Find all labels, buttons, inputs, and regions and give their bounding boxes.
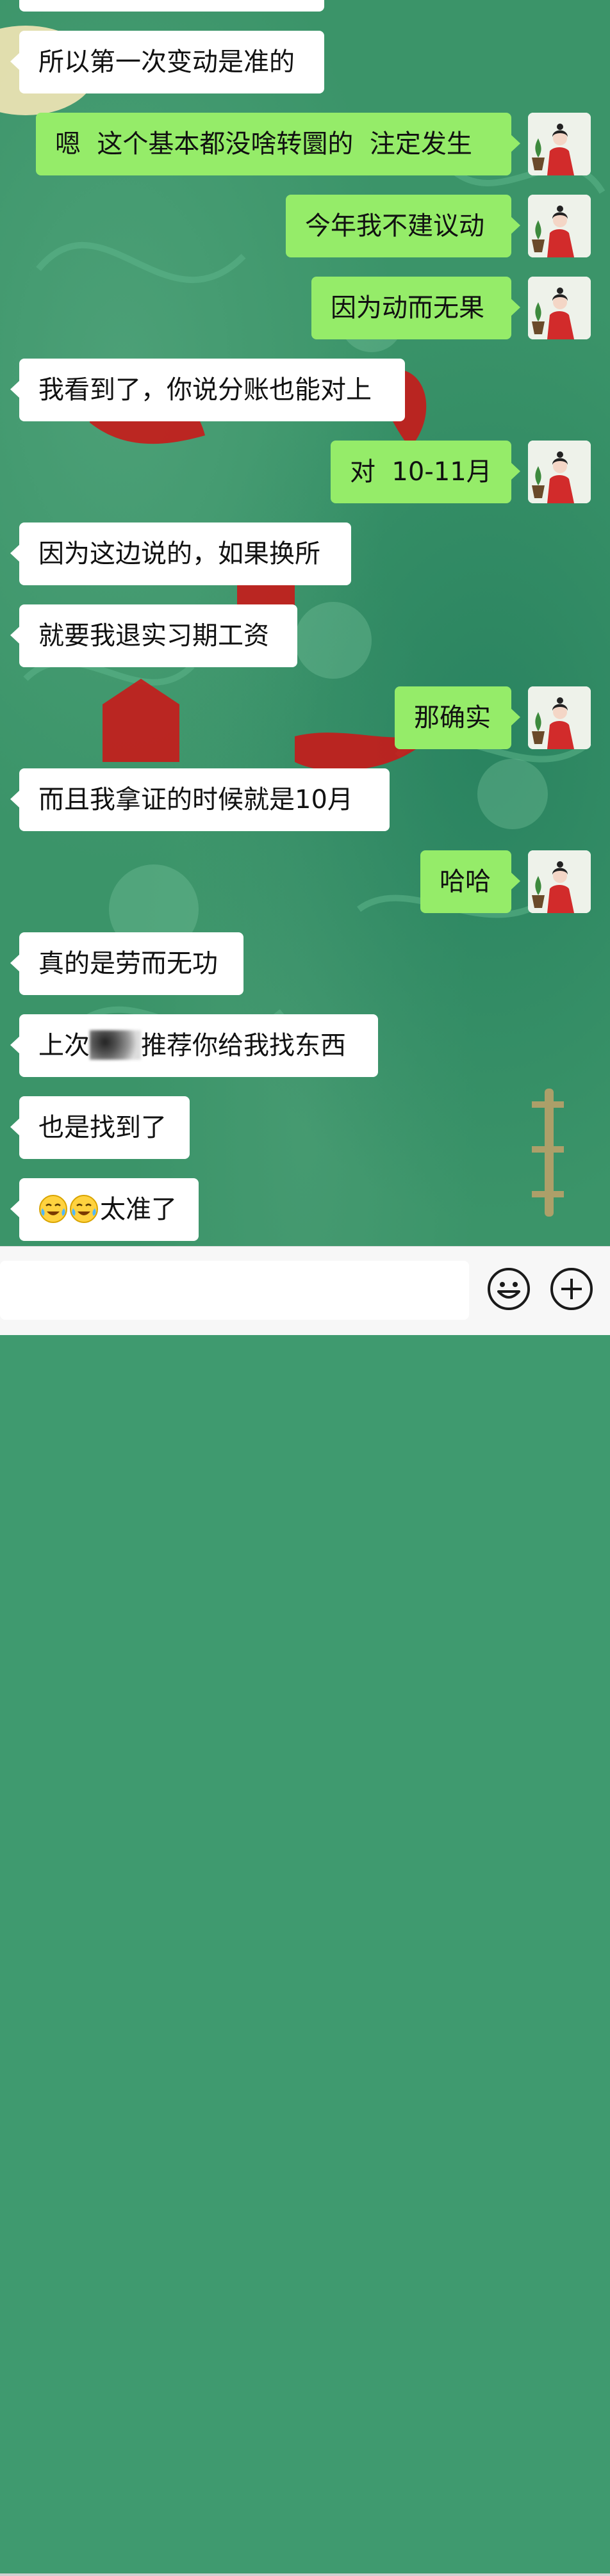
- crying-laughing-emoji-icon: [39, 1195, 67, 1223]
- message-bubble-outgoing[interactable]: 那确实: [395, 686, 520, 749]
- message-bubble-outgoing[interactable]: 嗯 这个基本都没啥转圜的 注定发生: [36, 113, 520, 175]
- avatar-portrait-icon: [528, 113, 591, 175]
- message-bubble-incoming[interactable]: 也是找到了: [10, 1096, 190, 1159]
- message-row: 上次 推荐你给我找东西: [0, 1014, 610, 1077]
- message-text: 因为动而无果: [331, 293, 484, 323]
- message-text: 所以第一次变动是准的: [38, 47, 295, 77]
- message-text: 对 10-11月: [350, 457, 492, 487]
- contact-avatar[interactable]: [528, 277, 591, 339]
- avatar-portrait-icon: [528, 850, 591, 913]
- message-bubble-incoming[interactable]: 而且我拿证的时候就是10月: [10, 768, 390, 831]
- message-bubble-incoming[interactable]: 太准了: [10, 1178, 199, 1241]
- message-input[interactable]: [0, 1261, 469, 1320]
- message-bubble-incoming[interactable]: 所以第一次变动是准的: [10, 31, 324, 93]
- message-row: 也是找到了: [0, 1096, 610, 1159]
- message-text: 哈哈: [440, 867, 491, 896]
- message-row: 所以第一次变动是准的: [0, 31, 610, 93]
- message-row: 今年我不建议动: [0, 195, 610, 257]
- message-bubble-incoming[interactable]: 我看到了，你说分账也能对上: [10, 359, 405, 421]
- message-bubble-incoming[interactable]: 就要我退实习期工资: [10, 604, 297, 667]
- input-bar: [0, 1246, 610, 2576]
- message-row: 嗯 这个基本都没啥转圜的 注定发生: [0, 113, 610, 175]
- message-bubble-outgoing[interactable]: 对 10-11月: [331, 441, 520, 503]
- message-row: 真的是劳而无功: [0, 932, 610, 995]
- message-text-before: 上次: [38, 1031, 90, 1060]
- message-row: 我看到了，你说分账也能对上: [0, 359, 610, 421]
- message-text: 因为这边说的，如果换所: [38, 539, 320, 569]
- message-text-after: 推荐你给我找东西: [141, 1031, 346, 1060]
- message-bubble-outgoing[interactable]: 哈哈: [420, 850, 520, 913]
- message-bubble-outgoing[interactable]: 因为动而无果: [311, 277, 520, 339]
- message-row: 而且我拿证的时候就是10月: [0, 768, 610, 831]
- contact-avatar[interactable]: [528, 850, 591, 913]
- message-text: 真的是劳而无功: [38, 949, 218, 978]
- contact-avatar[interactable]: [528, 441, 591, 503]
- message-text: 太准了: [100, 1195, 177, 1224]
- contact-avatar[interactable]: [528, 686, 591, 749]
- message-text: 今年我不建议动: [305, 211, 484, 241]
- message-row: 对 10-11月: [0, 441, 610, 503]
- message-text: 而且我拿证的时候就是10月: [38, 785, 353, 814]
- message-text: 那确实: [414, 703, 491, 733]
- plus-circle-icon[interactable]: [548, 1266, 595, 1312]
- message-text: 就要我退实习期工资: [38, 621, 269, 651]
- message-bubble-incoming[interactable]: 真的是劳而无功: [10, 932, 243, 995]
- contact-avatar[interactable]: [528, 195, 591, 257]
- message-text: 嗯 这个基本都没啥转圜的 注定发生: [55, 129, 472, 159]
- message-text: 也是找到了: [38, 1113, 167, 1142]
- message-bubble-incoming[interactable]: 上次 推荐你给我找东西: [10, 1014, 378, 1077]
- avatar-portrait-icon: [528, 195, 591, 257]
- avatar-portrait-icon: [528, 277, 591, 339]
- message-text: 我看到了，你说分账也能对上: [38, 375, 372, 405]
- message-row: 那确实: [0, 686, 610, 749]
- crying-laughing-emoji-icon: [70, 1195, 98, 1223]
- message-bubble-partial: [19, 0, 324, 12]
- message-row: 哈哈: [0, 850, 610, 913]
- home-indicator: [0, 2573, 610, 2576]
- message-row: 就要我退实习期工资: [0, 604, 610, 667]
- avatar-portrait-icon: [528, 441, 591, 503]
- chat-background: 所以第一次变动是准的 嗯 这个基本都没啥转圜的 注定发生 今年我不建议动 因为动…: [0, 0, 610, 1246]
- avatar-portrait-icon: [528, 686, 591, 749]
- message-row: 太准了: [0, 1178, 610, 1241]
- message-bubble-incoming[interactable]: 因为这边说的，如果换所: [10, 522, 351, 585]
- smiley-icon[interactable]: [486, 1266, 532, 1312]
- message-row: 因为动而无果: [0, 277, 610, 339]
- redacted-name: [90, 1030, 141, 1060]
- message-row: 因为这边说的，如果换所: [0, 522, 610, 585]
- message-bubble-outgoing[interactable]: 今年我不建议动: [286, 195, 520, 257]
- contact-avatar[interactable]: [528, 113, 591, 175]
